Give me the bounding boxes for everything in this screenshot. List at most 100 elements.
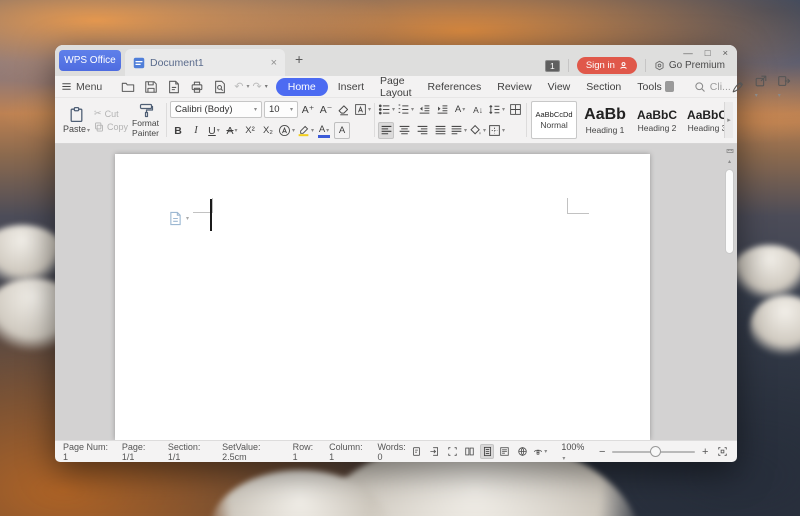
paste-button[interactable]: Paste▾ [59, 105, 94, 135]
share-caret-icon[interactable]: ▾ [755, 93, 758, 99]
character-border-button[interactable]: ▾ [354, 101, 371, 118]
status-setvalue: SetValue: 2.5cm [222, 442, 282, 462]
superscript-button[interactable]: X² [242, 122, 258, 139]
page-options-button[interactable]: ▾ [169, 211, 189, 226]
tab-home[interactable]: Home [276, 78, 328, 96]
zoom-slider-knob[interactable] [650, 446, 661, 457]
export-pdf-button[interactable] [166, 79, 182, 95]
go-premium-button[interactable]: Go Premium [654, 60, 725, 71]
font-size-combobox[interactable]: 10▾ [264, 101, 298, 118]
notification-badge[interactable]: 1 [545, 60, 560, 72]
decrease-indent-button[interactable] [416, 101, 432, 118]
numbering-button[interactable]: ▾ [397, 101, 414, 118]
print-layout-button[interactable] [480, 444, 494, 459]
menu-button[interactable]: Menu [61, 81, 102, 93]
bullet-list-icon [378, 103, 391, 116]
tab-section[interactable]: Section [578, 78, 629, 96]
outline-view-button[interactable] [498, 444, 512, 459]
subscript-button[interactable]: X₂ [260, 122, 276, 139]
full-screen-button[interactable] [445, 444, 459, 459]
document-page[interactable]: ▾ [115, 154, 650, 440]
align-right-button[interactable] [414, 122, 430, 139]
document-tab[interactable]: Document1 × [125, 49, 285, 76]
copy-button[interactable]: Copy [94, 122, 128, 132]
scrollbar-thumb[interactable] [725, 169, 734, 254]
shading-button[interactable]: ▾ [469, 122, 486, 139]
text-effects-icon [278, 124, 291, 137]
zoom-out-button[interactable]: − [599, 446, 605, 458]
borders-button[interactable]: ▾ [488, 122, 505, 139]
web-layout-button[interactable] [516, 444, 530, 459]
zoom-level-button[interactable]: 100% ▾ [561, 442, 590, 462]
new-tab-button[interactable]: + [295, 51, 303, 67]
convert-caret-icon[interactable]: ▾ [778, 93, 781, 99]
sign-in-button[interactable]: Sign in [577, 57, 637, 74]
ruler-toggle-button[interactable] [725, 146, 735, 156]
strikethrough-button[interactable]: A▾ [224, 122, 240, 139]
zoom-slider[interactable] [612, 451, 695, 453]
undo-caret-icon[interactable]: ▾ [246, 83, 249, 90]
vertical-scrollbar[interactable]: ▴ [724, 146, 735, 438]
fit-page-button[interactable] [715, 444, 729, 459]
align-left-button[interactable] [378, 122, 394, 139]
table-grid-button[interactable] [507, 101, 523, 118]
align-center-button[interactable] [396, 122, 412, 139]
distribute-button[interactable]: ▾ [450, 122, 467, 139]
sort-button[interactable]: A↓ [470, 101, 486, 118]
tab-references[interactable]: References [420, 78, 490, 96]
clear-formatting-button[interactable] [336, 101, 352, 118]
sign-in-label: Sign in [586, 60, 615, 71]
font-name-combobox[interactable]: Calibri (Body)▾ [170, 101, 262, 118]
highlight-color-button[interactable]: ▾ [297, 122, 314, 139]
customize-qat-icon[interactable]: ▾ [265, 83, 268, 90]
character-shading-button[interactable]: A [334, 122, 350, 139]
eye-protection-button[interactable]: ▾ [533, 444, 547, 459]
close-tab-icon[interactable]: × [271, 57, 277, 69]
share-button[interactable]: ▾ [754, 74, 768, 100]
save-button[interactable] [143, 79, 159, 95]
task-pane-button[interactable] [410, 444, 424, 459]
font-color-button[interactable]: A▾ [316, 122, 332, 139]
outdent-icon [418, 103, 431, 116]
paragraph-group: ▾ ▾ A▾ A↓ ▾ ▾ ▾ ▾ [378, 100, 523, 140]
tab-page-layout[interactable]: Page Layout [372, 78, 420, 96]
zoom-in-button[interactable]: + [702, 446, 708, 458]
jump-to-page-button[interactable] [428, 444, 442, 459]
open-file-button[interactable] [120, 79, 136, 95]
styles-scroll-button[interactable]: ▸ [724, 102, 733, 138]
style-heading-1[interactable]: AaBb Heading 1 [579, 101, 631, 139]
bold-button[interactable]: B [170, 122, 186, 139]
text-effects-button[interactable]: ▾ [278, 122, 295, 139]
text-effects-caret-icon: ▾ [292, 127, 295, 134]
cut-button[interactable]: ✂Cut [94, 108, 128, 119]
style-normal[interactable]: AaBbCcDd Normal [531, 101, 577, 139]
line-spacing-button[interactable]: ▾ [488, 101, 505, 118]
tab-tools[interactable]: Tools [629, 78, 682, 96]
bullets-button[interactable]: ▾ [378, 101, 395, 118]
read-layout-button[interactable] [463, 444, 477, 459]
redo-button[interactable]: ↷ [253, 80, 262, 93]
font-group: Calibri (Body)▾ 10▾ A⁺ A⁻ ▾ B I U▾ A▾ X²… [170, 100, 371, 140]
print-preview-button[interactable] [212, 79, 228, 95]
wps-office-home-button[interactable]: WPS Office [59, 50, 121, 71]
convert-button[interactable]: ▾ [777, 74, 791, 100]
tab-view[interactable]: View [540, 78, 579, 96]
underline-button[interactable]: U▾ [206, 122, 222, 139]
format-painter-button[interactable]: FormatPainter [128, 101, 163, 139]
style-heading-2[interactable]: AaBbC Heading 2 [633, 101, 681, 139]
justify-button[interactable] [432, 122, 448, 139]
italic-button[interactable]: I [188, 122, 204, 139]
increase-indent-button[interactable] [434, 101, 450, 118]
search-box[interactable]: Cli... [694, 81, 731, 93]
change-case-button[interactable]: A▾ [452, 101, 468, 118]
increase-font-button[interactable]: A⁺ [300, 101, 316, 118]
decrease-font-button[interactable]: A⁻ [318, 101, 334, 118]
tab-review[interactable]: Review [489, 78, 539, 96]
undo-button[interactable]: ↶ [234, 80, 243, 93]
ink-annotate-button[interactable] [731, 80, 745, 94]
scroll-up-icon[interactable]: ▴ [725, 156, 735, 166]
tab-insert[interactable]: Insert [330, 78, 372, 96]
print-button[interactable] [189, 79, 205, 95]
paste-caret-icon[interactable]: ▾ [87, 128, 90, 134]
font-color-caret-icon: ▾ [326, 127, 329, 134]
